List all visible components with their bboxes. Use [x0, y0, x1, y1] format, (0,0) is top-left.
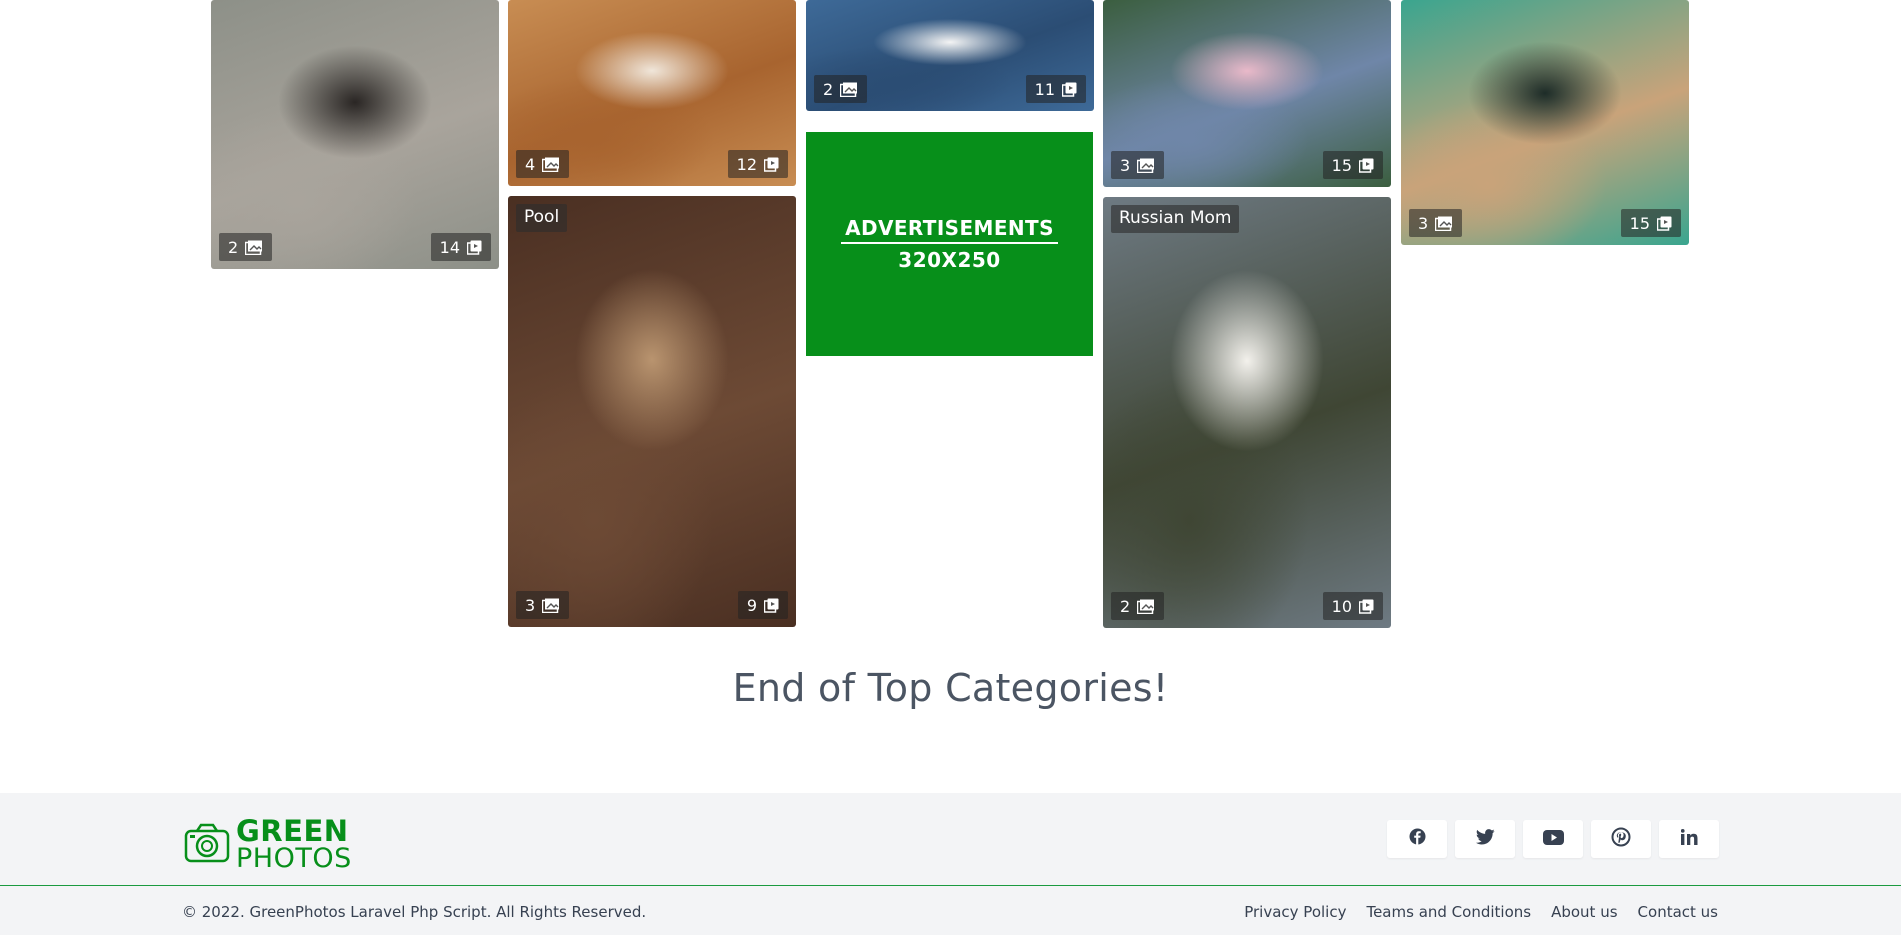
- view-count-badge: 12: [727, 150, 788, 178]
- category-card[interactable]: 3 15: [1401, 0, 1689, 245]
- view-count: 9: [746, 595, 757, 615]
- images-icon: [1435, 216, 1453, 231]
- view-count-badge: 10: [1322, 592, 1383, 620]
- advertisement-banner[interactable]: ADVERTISEMENTS 320X250: [806, 132, 1093, 356]
- images-icon: [840, 82, 858, 97]
- view-count: 14: [439, 237, 460, 257]
- view-count: 15: [1629, 213, 1650, 233]
- category-card[interactable]: 2 14: [211, 0, 499, 269]
- pinterest-button[interactable]: [1591, 820, 1651, 858]
- photo-count-badge: 4: [516, 150, 570, 178]
- card-photo: [508, 196, 796, 627]
- photo-count: 2: [228, 237, 239, 257]
- camera-icon: [184, 823, 230, 867]
- privacy-policy-link[interactable]: Privacy Policy: [1244, 903, 1346, 921]
- photo-count: 3: [525, 595, 536, 615]
- card-photo: [211, 0, 499, 269]
- section-end-title: End of Top Categories!: [732, 666, 1169, 710]
- images-icon: [542, 157, 560, 172]
- photo-count-badge: 3: [1111, 151, 1165, 179]
- photo-count-badge: 3: [1409, 209, 1463, 237]
- linkedin-icon: [1680, 828, 1698, 850]
- gallery-icon: [764, 598, 779, 613]
- site-footer: GREEN PHOTOS © 2022. GreenPhotos Laravel…: [0, 793, 1901, 935]
- images-icon: [1137, 158, 1155, 173]
- view-count-badge: 11: [1025, 75, 1086, 103]
- category-card[interactable]: Russian Mom 2 10: [1103, 197, 1391, 628]
- gallery-icon: [1359, 158, 1374, 173]
- photo-count-badge: 3: [516, 591, 570, 619]
- logo-line-2: PHOTOS: [236, 843, 352, 874]
- photo-count-badge: 2: [814, 75, 868, 103]
- facebook-button[interactable]: [1387, 820, 1447, 858]
- photo-count: 4: [525, 154, 536, 174]
- category-name: Russian Mom: [1111, 205, 1240, 233]
- contact-us-link[interactable]: Contact us: [1638, 903, 1718, 921]
- view-count-badge: 9: [737, 591, 788, 619]
- view-count-badge: 14: [430, 233, 491, 261]
- images-icon: [542, 598, 560, 613]
- photo-count-badge: 2: [219, 233, 273, 261]
- photo-count: 2: [1120, 596, 1131, 616]
- copyright-text: © 2022. GreenPhotos Laravel Php Script. …: [182, 903, 647, 921]
- photo-count: 3: [1418, 213, 1429, 233]
- view-count: 10: [1331, 596, 1352, 616]
- youtube-button[interactable]: [1523, 820, 1583, 858]
- about-us-link[interactable]: About us: [1551, 903, 1617, 921]
- photo-count-badge: 2: [1111, 592, 1165, 620]
- youtube-icon: [1542, 829, 1564, 850]
- images-icon: [1137, 599, 1155, 614]
- linkedin-button[interactable]: [1659, 820, 1719, 858]
- ad-size: 320X250: [898, 248, 1001, 272]
- site-logo[interactable]: GREEN PHOTOS: [184, 817, 352, 872]
- category-card[interactable]: Pool 3 9: [508, 196, 796, 627]
- category-card[interactable]: 4 12: [508, 0, 796, 186]
- view-count-badge: 15: [1322, 151, 1383, 179]
- view-count: 12: [736, 154, 757, 174]
- terms-link[interactable]: Teams and Conditions: [1366, 903, 1531, 921]
- pinterest-icon: [1611, 827, 1631, 852]
- view-count-badge: 15: [1620, 209, 1681, 237]
- photo-count: 2: [823, 79, 834, 99]
- ad-title: ADVERTISEMENTS: [841, 216, 1058, 244]
- category-name: Pool: [516, 204, 568, 232]
- category-card[interactable]: 2 11: [806, 0, 1094, 111]
- view-count: 15: [1331, 155, 1352, 175]
- gallery-icon: [764, 157, 779, 172]
- card-photo: [1103, 197, 1391, 628]
- logo-line-1: GREEN: [236, 814, 349, 848]
- photo-count: 3: [1120, 155, 1131, 175]
- twitter-button[interactable]: [1455, 820, 1515, 858]
- view-count: 11: [1034, 79, 1055, 99]
- footer-divider: [0, 885, 1901, 886]
- gallery-icon: [1062, 82, 1077, 97]
- facebook-icon: [1409, 828, 1426, 850]
- images-icon: [245, 240, 263, 255]
- social-links: [1387, 820, 1719, 858]
- twitter-icon: [1475, 828, 1495, 850]
- footer-links: Privacy Policy Teams and Conditions Abou…: [1244, 903, 1718, 921]
- gallery-icon: [1657, 216, 1672, 231]
- category-card[interactable]: 3 15: [1103, 0, 1391, 187]
- gallery-icon: [467, 240, 482, 255]
- gallery-icon: [1359, 599, 1374, 614]
